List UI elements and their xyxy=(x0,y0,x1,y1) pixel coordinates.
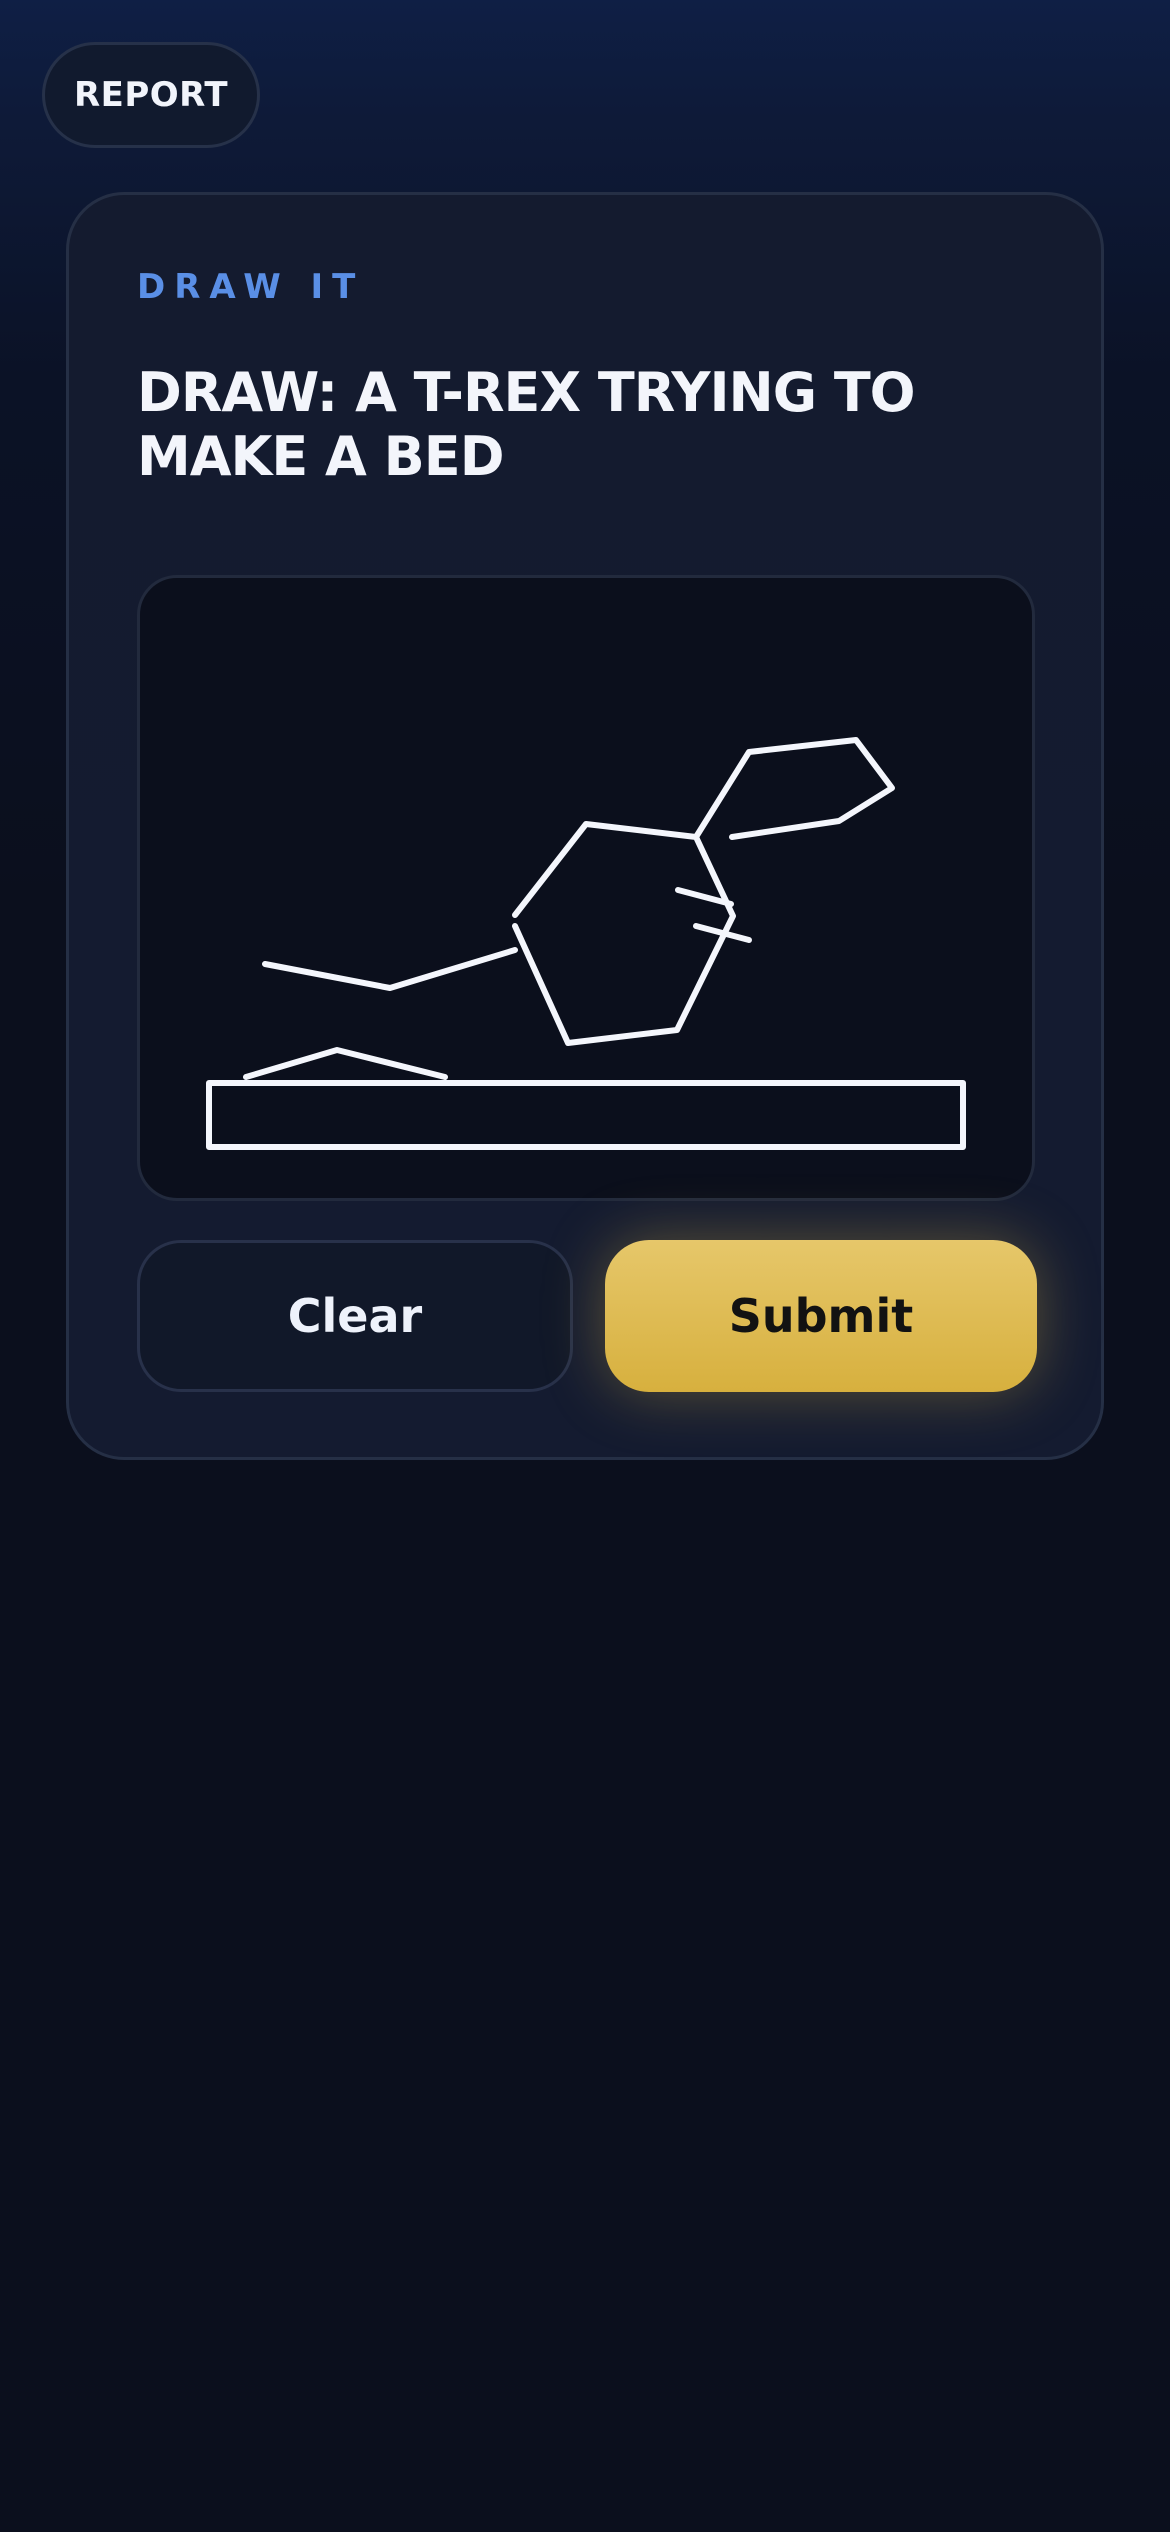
sketch-bed xyxy=(206,1080,966,1150)
sketch-pillow xyxy=(243,1047,448,1080)
drawing-card: DRAW IT DRAW: A T-REX TRYING TO MAKE A B… xyxy=(66,192,1104,1460)
sketch-body xyxy=(512,821,736,1046)
clear-button[interactable]: Clear xyxy=(137,1240,573,1392)
report-button[interactable]: REPORT xyxy=(42,42,260,148)
sketch-neck-head xyxy=(693,737,895,840)
drawing-canvas[interactable] xyxy=(137,575,1035,1201)
section-eyebrow: DRAW IT xyxy=(137,267,365,307)
drawing-prompt: DRAW: A T-REX TRYING TO MAKE A BED xyxy=(137,361,916,488)
submit-button[interactable]: Submit xyxy=(605,1240,1037,1392)
sketch-tail xyxy=(262,947,518,991)
sketch-drawing xyxy=(206,737,966,1150)
